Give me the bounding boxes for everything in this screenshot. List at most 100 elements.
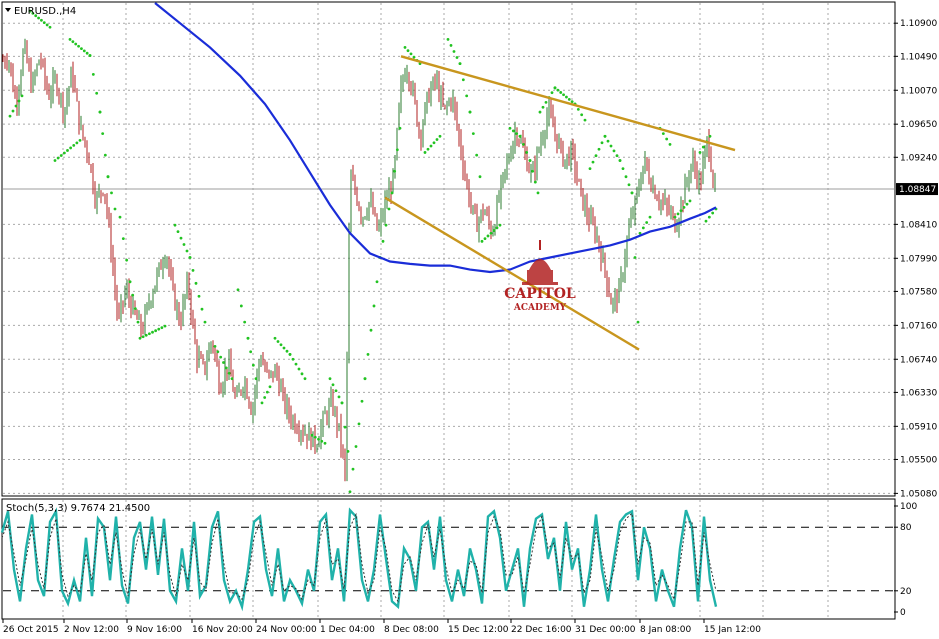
sar-dot bbox=[449, 44, 453, 47]
sar-dot bbox=[106, 175, 110, 179]
sar-dot bbox=[609, 144, 613, 148]
sar-dot bbox=[375, 280, 379, 284]
sar-dot bbox=[268, 385, 272, 389]
time-tick-label: 2 Nov 12:00 bbox=[64, 625, 119, 635]
sar-dot bbox=[495, 226, 499, 230]
price-tick-label: 1.07160 bbox=[900, 321, 937, 331]
sar-dot bbox=[118, 215, 122, 219]
sar-dot bbox=[648, 215, 652, 219]
sar-dot bbox=[40, 18, 43, 22]
sar-dot bbox=[606, 139, 610, 143]
sar-dot bbox=[224, 366, 228, 370]
sar-dot bbox=[541, 105, 545, 109]
sar-dot bbox=[133, 307, 137, 311]
sar-dot bbox=[562, 93, 565, 97]
sar-dot bbox=[550, 91, 554, 95]
sar-dot bbox=[489, 231, 493, 235]
sar-dot bbox=[372, 304, 376, 308]
chart-svg: CAPITOLACADEMY 1.10900 1.10490 1.10070 1.09… bbox=[0, 1, 938, 635]
current-price-label: 1.08847 bbox=[899, 185, 936, 195]
time-tick-label: 1 Dec 04:00 bbox=[320, 625, 375, 635]
sar-dot bbox=[624, 175, 628, 179]
sar-dot bbox=[182, 243, 186, 246]
stoch-label: Stoch(5,3,3) 9.7674 21.4500 bbox=[6, 503, 150, 514]
sar-dot bbox=[20, 94, 24, 98]
sar-dot bbox=[679, 209, 683, 213]
sar-dot bbox=[151, 330, 154, 334]
sar-dot bbox=[615, 154, 619, 158]
sar-dot bbox=[128, 280, 132, 284]
sar-dot bbox=[197, 294, 201, 298]
sar-dot bbox=[538, 110, 542, 114]
sar-dot bbox=[486, 234, 490, 238]
sar-dot bbox=[354, 445, 358, 448]
price-tick-label: 1.10490 bbox=[900, 52, 937, 62]
sar-dot bbox=[576, 107, 580, 111]
price-tick-label: 1.06330 bbox=[900, 388, 937, 398]
sar-dot bbox=[630, 191, 634, 195]
sar-dot bbox=[328, 377, 332, 381]
sar-dot bbox=[191, 269, 195, 272]
sar-dot bbox=[468, 110, 472, 114]
sar-dot bbox=[398, 126, 402, 130]
sar-dot bbox=[594, 154, 598, 158]
sar-dot bbox=[446, 37, 450, 41]
sar-dot bbox=[243, 320, 247, 324]
time-tick-label: 8 Jan 08:00 bbox=[640, 625, 692, 635]
sar-dot bbox=[403, 46, 407, 49]
sar-dot bbox=[222, 361, 225, 364]
sar-dot bbox=[254, 377, 258, 381]
sar-dot bbox=[160, 326, 164, 330]
sar-dot bbox=[508, 126, 512, 130]
sar-dot bbox=[511, 129, 515, 133]
sar-dot bbox=[492, 229, 496, 232]
sar-dot bbox=[69, 146, 73, 150]
sar-dot bbox=[544, 100, 548, 104]
sar-dot bbox=[95, 91, 99, 95]
price-tick-label: 1.10070 bbox=[900, 86, 937, 96]
sar-dot bbox=[317, 437, 320, 441]
sar-dot bbox=[288, 353, 292, 356]
sar-dot bbox=[591, 160, 595, 164]
sar-dot bbox=[348, 490, 352, 494]
main-panel-frame bbox=[1, 1, 896, 497]
sar-dot bbox=[621, 167, 625, 171]
sar-dot bbox=[531, 169, 535, 173]
sar-dot bbox=[455, 56, 459, 59]
sar-dot bbox=[331, 383, 335, 387]
sar-dot bbox=[78, 138, 82, 142]
sar-dot bbox=[59, 154, 63, 157]
sar-dot bbox=[521, 142, 525, 146]
sar-dot bbox=[66, 149, 69, 152]
sar-dot bbox=[387, 207, 391, 211]
sar-dot bbox=[279, 343, 283, 347]
sar-dot bbox=[294, 362, 298, 366]
sar-dot bbox=[423, 151, 427, 154]
sar-dot bbox=[475, 153, 479, 157]
sar-dot bbox=[230, 377, 234, 381]
capitol-step-icon bbox=[522, 282, 558, 285]
sar-dot bbox=[291, 357, 295, 361]
sar-dot bbox=[82, 49, 86, 53]
time-tick-label: 15 Dec 12:00 bbox=[448, 625, 509, 635]
sar-dot bbox=[53, 159, 57, 162]
sar-dot bbox=[627, 183, 631, 187]
sar-dot bbox=[395, 148, 399, 152]
sar-dot bbox=[366, 353, 370, 356]
time-tick-label: 15 Jan 12:00 bbox=[704, 625, 761, 635]
sar-dot bbox=[553, 86, 557, 90]
sar-dot bbox=[698, 151, 702, 154]
sar-dot bbox=[138, 336, 142, 340]
sar-dot bbox=[320, 439, 324, 443]
time-tick-label: 26 Oct 2015 bbox=[3, 625, 59, 635]
sar-dot bbox=[483, 237, 487, 241]
sar-dot bbox=[110, 191, 113, 195]
sar-dot bbox=[141, 335, 145, 339]
sar-dot bbox=[265, 390, 269, 394]
sar-dot bbox=[452, 50, 456, 53]
time-tick-label: 8 Dec 08:00 bbox=[384, 625, 439, 635]
sar-dot bbox=[74, 42, 78, 46]
price-tick-label: 1.05910 bbox=[900, 422, 937, 432]
sar-dot bbox=[62, 151, 66, 155]
sar-dot bbox=[194, 281, 198, 285]
